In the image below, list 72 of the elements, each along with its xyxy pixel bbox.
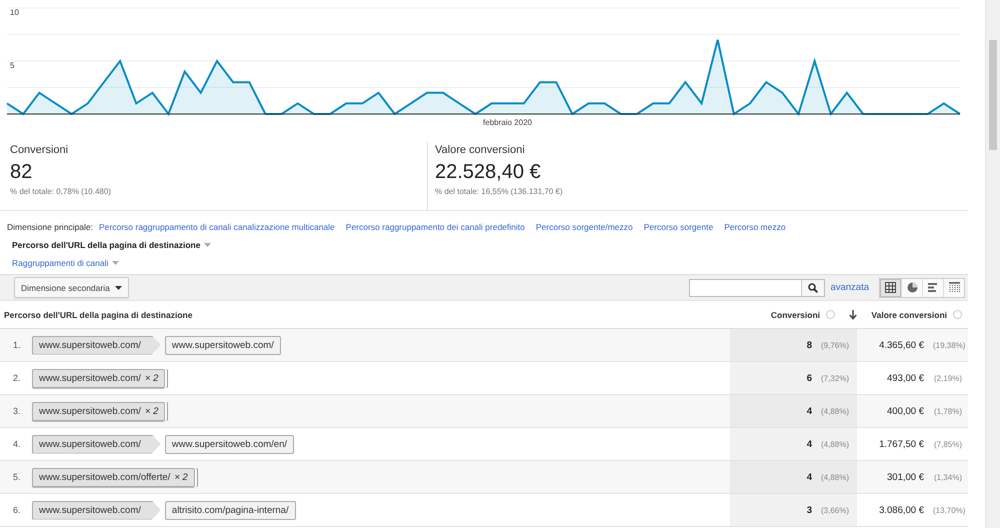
conversions-share: (4,88%) bbox=[820, 406, 850, 416]
view-button[interactable] bbox=[880, 278, 901, 296]
search-icon bbox=[808, 282, 818, 292]
path-step-tag: www.supersitoweb.com/ bbox=[164, 336, 281, 354]
dimension-link[interactable]: Percorso raggruppamento di canali canalizzazione multicanale bbox=[99, 222, 335, 232]
conversions-share: (9,76%) bbox=[820, 340, 850, 350]
column-header[interactable]: Conversioni bbox=[770, 310, 820, 320]
dimension-link[interactable]: Percorso mezzo bbox=[724, 222, 786, 232]
dimension-link[interactable]: Percorso sorgente bbox=[644, 222, 714, 232]
path-step-tag: www.supersitoweb.com/offerte/ × 2 bbox=[32, 468, 195, 486]
advanced-link[interactable]: avanzata bbox=[830, 282, 869, 293]
bar-chart-icon bbox=[928, 282, 938, 293]
column-header[interactable]: Percorso dell'URL della pagina di destinazione bbox=[4, 310, 192, 320]
metric-share: % del totale: 0,78% (10.480) bbox=[10, 187, 111, 196]
conversions-value: 4 bbox=[806, 438, 812, 450]
row-number: 3. bbox=[13, 406, 22, 416]
metric-value: 22.528,40 € bbox=[435, 161, 541, 184]
conversions-value: 4 bbox=[806, 406, 812, 416]
metric-share: % del totale: 16,55% (136.131,70 €) bbox=[435, 187, 563, 196]
path-step-tag: altrisito.com/pagina-interna/ bbox=[164, 500, 296, 520]
conversion-value: 493,00 € bbox=[887, 372, 924, 384]
conversions-value: 3 bbox=[806, 504, 812, 516]
conversions-value: 4 bbox=[806, 472, 812, 482]
axis-tick-label: 10 bbox=[10, 8, 19, 17]
scrollbar[interactable] bbox=[985, 0, 1000, 528]
metric-label: Valore conversioni bbox=[435, 144, 525, 156]
path-step-tag: www.supersitoweb.com/ bbox=[32, 434, 161, 454]
row-number: 2. bbox=[13, 373, 22, 383]
row-number: 6. bbox=[13, 505, 22, 515]
axis-tick-label: 5 bbox=[10, 61, 14, 70]
value-share: (7,85%) bbox=[932, 440, 962, 448]
metric-value: 82 bbox=[10, 161, 32, 184]
conversion-value: 1.767,50 € bbox=[879, 438, 924, 450]
value-share: (2,19%) bbox=[932, 374, 962, 382]
dimension-link[interactable]: Percorso raggruppamento dei canali predefinito bbox=[346, 222, 525, 232]
path-step-tag: www.supersitoweb.com/ × 2 bbox=[32, 402, 166, 420]
secondary-dimension-dropdown[interactable]: Dimensione secondaria bbox=[14, 277, 129, 298]
caret-icon bbox=[115, 286, 122, 290]
grid-icon bbox=[885, 282, 896, 293]
value-share: (1,78%) bbox=[932, 406, 962, 416]
dimension-dropdown[interactable]: Percorso dell'URL della pagina di destinazione bbox=[12, 240, 212, 250]
conversion-value: 301,00 € bbox=[887, 472, 924, 482]
dimension-dropdown[interactable]: Raggruppamenti di canali bbox=[12, 258, 120, 268]
column-header[interactable]: Valore conversioni bbox=[871, 310, 947, 320]
conversions-share: (7,32%) bbox=[820, 374, 850, 382]
conversions-share: (4,88%) bbox=[820, 472, 850, 482]
dimension-label: Dimensione principale: bbox=[7, 222, 93, 232]
path-step-tag: www.supersitoweb.com/ × 2 bbox=[32, 368, 166, 388]
row-number: 1. bbox=[13, 340, 22, 350]
conversion-value: 3.086,00 € bbox=[879, 504, 924, 516]
conversions-value: 6 bbox=[806, 372, 812, 384]
value-share: (1,34%) bbox=[932, 472, 962, 482]
columns-icon bbox=[948, 282, 960, 293]
conversions-share: (4,88%) bbox=[820, 440, 850, 448]
metric-label: Conversioni bbox=[10, 144, 68, 156]
dimension-link[interactable]: Percorso sorgente/mezzo bbox=[536, 222, 633, 232]
sort-arrow-icon[interactable] bbox=[849, 310, 857, 320]
conversion-value: 400,00 € bbox=[887, 406, 924, 416]
caret-icon bbox=[112, 261, 120, 265]
caret-icon bbox=[204, 243, 212, 247]
search-field[interactable] bbox=[689, 278, 826, 296]
row-number: 4. bbox=[13, 439, 22, 449]
conversion-value: 4.365,60 € bbox=[879, 340, 924, 350]
axis-label: febbraio 2020 bbox=[483, 118, 532, 127]
conversions-share: (3,66%) bbox=[820, 506, 850, 514]
path-step-tag: www.supersitoweb.com/en/ bbox=[164, 434, 294, 454]
row-number: 5. bbox=[13, 472, 22, 482]
path-step-tag: www.supersitoweb.com/ bbox=[32, 336, 161, 354]
pie-chart-icon bbox=[906, 282, 918, 293]
conversions-value: 8 bbox=[806, 340, 812, 350]
search-button[interactable] bbox=[801, 280, 824, 296]
path-step-tag: www.supersitoweb.com/ bbox=[32, 500, 161, 520]
